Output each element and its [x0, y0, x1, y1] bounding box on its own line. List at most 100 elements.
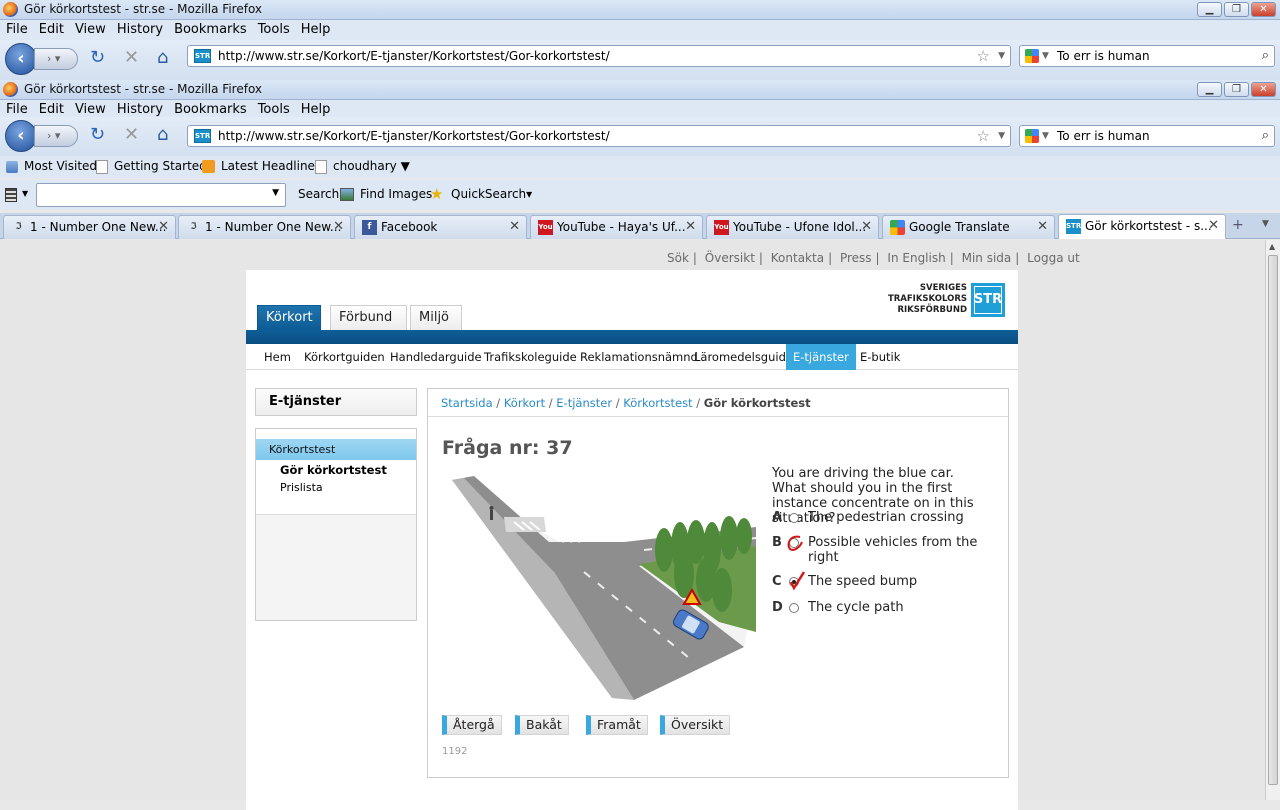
quicksearch-button[interactable]: QuickSearch▾	[451, 187, 532, 201]
toolbar-search-button[interactable]: Search	[298, 187, 339, 201]
url-bar[interactable]: STR http://www.str.se/Korkort/E-tjanster/…	[187, 125, 1011, 147]
tab-facebook[interactable]: f Facebook ✕	[354, 215, 527, 239]
tab-korkort[interactable]: Körkort	[257, 305, 321, 330]
tab-miljo[interactable]: Miljö	[410, 305, 462, 330]
breadcrumb-startsida[interactable]: Startsida	[441, 396, 493, 410]
tab-close-icon[interactable]: ✕	[333, 216, 344, 238]
subnav-reklamationsnamnd[interactable]: Reklamationsnämnd	[573, 344, 705, 370]
link-min-sida[interactable]: Min sida	[962, 251, 1012, 265]
link-press[interactable]: Press	[840, 251, 872, 265]
bookmark-choudhary[interactable]: choudhary ▼	[315, 159, 410, 174]
google-icon[interactable]	[1025, 49, 1039, 63]
framat-button[interactable]: Framåt	[586, 715, 648, 735]
url-dropdown-icon[interactable]: ▼	[998, 126, 1005, 146]
option-b-radio[interactable]	[789, 538, 799, 548]
back-button[interactable]: ‹	[5, 120, 37, 152]
subnav-handledarguide[interactable]: Handledarguide	[383, 344, 489, 370]
new-tab-icon[interactable]: +	[1232, 217, 1256, 237]
str-logo[interactable]: SVERIGES TRAFIKSKOLORS RIKSFÖRBUND STR	[882, 282, 1006, 318]
search-bar[interactable]: ▼ To err is human ⌕	[1019, 125, 1275, 147]
sidebar-item-gor-korkortstest[interactable]: Gör körkortstest	[280, 463, 387, 477]
breadcrumb-korkortstest[interactable]: Körkortstest	[623, 396, 692, 410]
tab-close-icon[interactable]: ✕	[158, 216, 169, 238]
restore-button[interactable]: ❐	[1224, 82, 1249, 97]
tab-close-icon[interactable]: ✕	[509, 216, 520, 238]
tab-youtube-ufone[interactable]: You YouTube - Ufone Idol... ✕	[706, 215, 879, 239]
bookmark-latest-headlines[interactable]: Latest Headlines	[202, 159, 321, 173]
link-sok[interactable]: Sök	[667, 251, 689, 265]
search-bar[interactable]: ▼ To err is human ⌕	[1019, 45, 1275, 67]
menu-tools[interactable]: Tools	[252, 100, 295, 117]
url-dropdown-icon[interactable]: ▼	[998, 46, 1005, 66]
subnav-e-tjanster[interactable]: E-tjänster	[786, 344, 856, 370]
sidebar-item-prislista[interactable]: Prislista	[280, 481, 323, 494]
tab-close-icon[interactable]: ✕	[685, 216, 696, 238]
tab-number-one-news-1[interactable]: ℑ1 - Number One New... ✕	[3, 215, 176, 239]
close-button[interactable]: ✕	[1251, 82, 1276, 97]
film-dropdown-icon[interactable]: ▼	[22, 189, 28, 198]
bookmark-star-icon[interactable]: ☆	[977, 126, 990, 146]
menu-bookmarks[interactable]: Bookmarks	[168, 100, 252, 117]
option-a-radio[interactable]	[789, 513, 799, 523]
aterga-button[interactable]: Återgå	[442, 715, 502, 735]
restore-button[interactable]: ❐	[1224, 2, 1249, 17]
menu-file[interactable]: File	[0, 100, 33, 117]
scroll-up-icon[interactable]: ▲	[1269, 242, 1275, 251]
scrollbar-thumb[interactable]	[1268, 255, 1278, 785]
film-icon[interactable]	[5, 188, 17, 202]
google-icon[interactable]	[1025, 129, 1039, 143]
search-icon[interactable]: ⌕	[1262, 46, 1269, 66]
tab-gor-korkortstest[interactable]: STR Gör körkortstest - s... ✕	[1058, 214, 1226, 239]
link-logga-ut[interactable]: Logga ut	[1027, 251, 1080, 265]
vertical-scrollbar[interactable]: ▲	[1265, 240, 1280, 800]
find-images-button[interactable]: Find Images	[360, 187, 432, 201]
menu-help[interactable]: Help	[295, 20, 336, 37]
oversikt-button[interactable]: Översikt	[660, 715, 731, 735]
link-in-english[interactable]: In English	[887, 251, 945, 265]
menu-view[interactable]: View	[69, 100, 111, 117]
bookmark-star-icon[interactable]: ☆	[977, 46, 990, 66]
menu-view[interactable]: View	[69, 20, 111, 37]
subnav-hem[interactable]: Hem	[257, 344, 298, 370]
menu-bookmarks[interactable]: Bookmarks	[168, 20, 252, 37]
search-engine-dropdown-icon[interactable]: ▼	[1042, 46, 1049, 66]
forward-button[interactable]: › ▾	[34, 48, 78, 70]
bakat-button[interactable]: Bakåt	[515, 715, 569, 735]
minimize-button[interactable]: ▁	[1197, 2, 1222, 17]
stop-icon[interactable]: ✕	[124, 125, 139, 145]
bookmark-most-visited[interactable]: Most Visited	[6, 159, 97, 173]
menu-file[interactable]: File	[0, 20, 33, 37]
subnav-trafikskoleguide[interactable]: Trafikskoleguide	[477, 344, 584, 370]
tab-number-one-news-2[interactable]: ℑ1 - Number One New... ✕	[178, 215, 351, 239]
bookmark-getting-started[interactable]: Getting Started	[96, 159, 207, 174]
option-c-radio[interactable]	[789, 577, 799, 587]
search-icon[interactable]: ⌕	[1262, 126, 1269, 146]
toolbar-search-select[interactable]: ▼	[36, 183, 286, 207]
menu-tools[interactable]: Tools	[252, 20, 295, 37]
link-kontakta[interactable]: Kontakta	[771, 251, 824, 265]
menu-history[interactable]: History	[111, 100, 168, 117]
close-button[interactable]: ✕	[1251, 2, 1276, 17]
link-oversikt[interactable]: Översikt	[705, 251, 755, 265]
menu-edit[interactable]: Edit	[33, 20, 69, 37]
reload-icon[interactable]: ↻	[90, 48, 105, 68]
menu-history[interactable]: History	[111, 20, 168, 37]
subnav-laromedelsguide[interactable]: Läromedelsguide	[687, 344, 800, 370]
tab-list-icon[interactable]: ▼	[1262, 219, 1269, 229]
search-engine-dropdown-icon[interactable]: ▼	[1042, 126, 1049, 146]
reload-icon[interactable]: ↻	[90, 125, 105, 145]
tab-close-icon[interactable]: ✕	[1208, 215, 1219, 237]
tab-google-translate[interactable]: Google Translate ✕	[882, 215, 1055, 239]
breadcrumb-korkort[interactable]: Körkort	[504, 396, 545, 410]
tab-close-icon[interactable]: ✕	[861, 216, 872, 238]
minimize-button[interactable]: ▁	[1197, 82, 1222, 97]
url-bar[interactable]: STR http://www.str.se/Korkort/E-tjanster/…	[187, 45, 1011, 67]
breadcrumb-e-tjanster[interactable]: E-tjänster	[556, 396, 612, 410]
menu-help[interactable]: Help	[295, 100, 336, 117]
stop-icon[interactable]: ✕	[124, 48, 139, 68]
tab-close-icon[interactable]: ✕	[1037, 216, 1048, 238]
sidebar-item-korkortstest[interactable]: Körkortstest	[256, 439, 416, 460]
tab-forbund[interactable]: Förbund	[330, 305, 407, 330]
tab-youtube-haya[interactable]: You YouTube - Haya's Uf... ✕	[530, 215, 703, 239]
forward-button[interactable]: › ▾	[34, 125, 78, 147]
